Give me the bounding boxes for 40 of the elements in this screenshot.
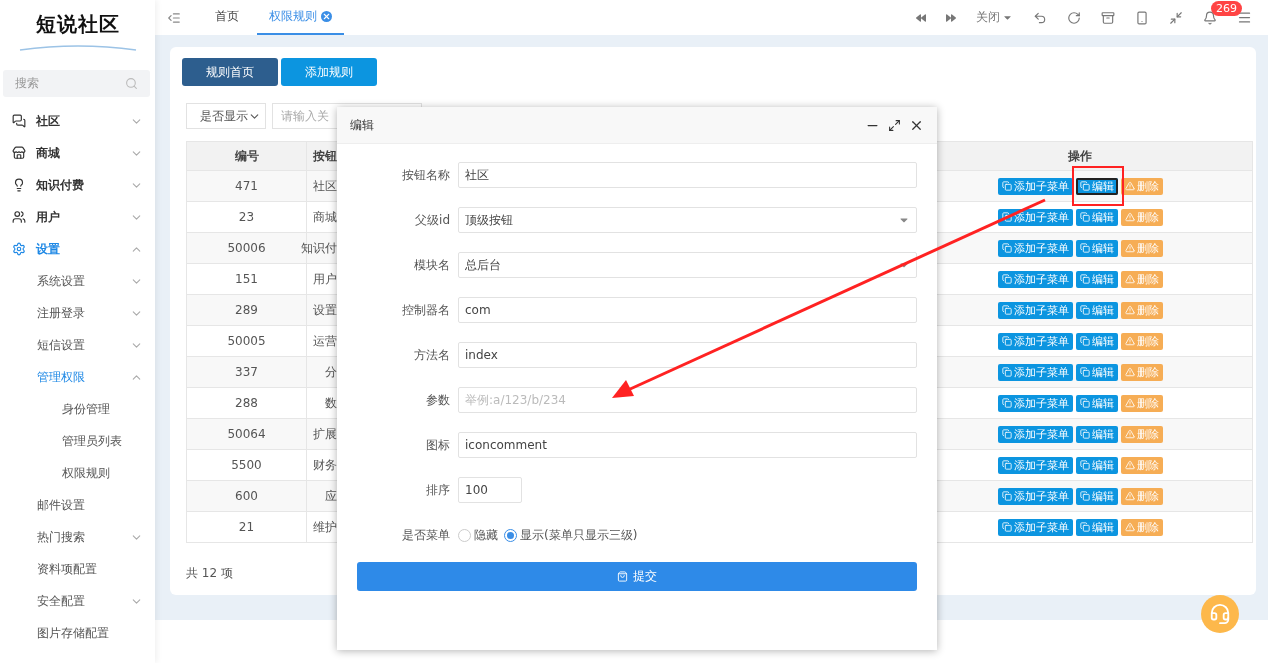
field-label: 父级id [414, 211, 450, 229]
table-cell: 50064 [227, 427, 266, 441]
field-label: 控制器名 [401, 301, 450, 319]
table-cell: 50006 [227, 241, 266, 255]
table-cell: 知识付 [301, 239, 337, 257]
field-label: 参数 [425, 391, 450, 409]
total-count: 共 12 项 [186, 565, 233, 582]
column-header: 操作 [1068, 147, 1092, 165]
table-cell: 23 [238, 210, 255, 224]
dialog-title: 编辑 [350, 116, 374, 134]
table-cell: 用户 [313, 270, 337, 288]
field-label: 排序 [425, 481, 450, 499]
table-cell: 600 [235, 489, 258, 503]
table-cell: 289 [235, 303, 258, 317]
table-cell: 扩展 [313, 425, 337, 443]
table-cell: 21 [238, 520, 255, 534]
table-cell: 数 [325, 394, 337, 412]
table-cell: 337 [235, 365, 258, 379]
column-header: 编号 [234, 147, 259, 165]
table-cell: 财务 [313, 456, 337, 474]
notification-badge: 269 [1211, 0, 1242, 16]
table-cell: 维护 [313, 518, 337, 536]
field-label: 模块名 [413, 256, 450, 274]
table-cell: 商城 [313, 208, 337, 226]
table-cell: 运营 [313, 332, 337, 350]
column-header: 按钮 [313, 147, 337, 165]
table-cell: 设置 [313, 301, 337, 319]
field-label: 是否菜单 [401, 526, 450, 544]
logo-text: 短说社区 [35, 10, 120, 38]
table-cell: 288 [235, 396, 258, 410]
table-cell: 分 [325, 363, 337, 381]
table-cell: 5500 [231, 458, 262, 472]
table-cell: 应 [325, 487, 337, 505]
table-cell: 151 [235, 272, 258, 286]
table-cell: 50005 [227, 334, 266, 348]
field-label: 按钮名称 [401, 166, 450, 184]
field-label: 图标 [425, 436, 450, 454]
table-cell: 471 [235, 179, 258, 193]
field-label: 方法名 [413, 346, 450, 364]
table-cell: 社区 [313, 177, 337, 195]
